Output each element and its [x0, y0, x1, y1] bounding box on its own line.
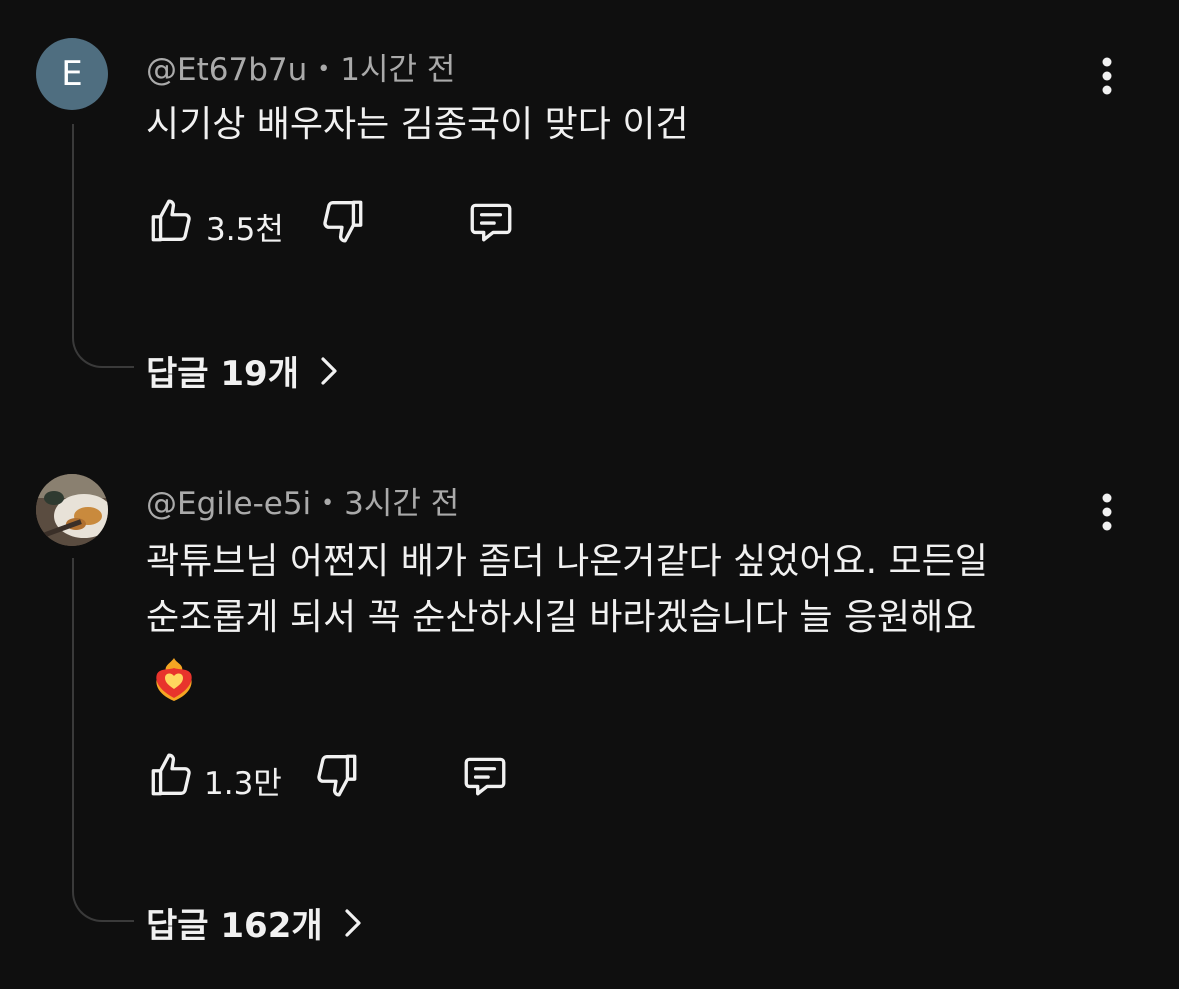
chevron-right-icon: [345, 908, 361, 937]
thumbs-down-icon[interactable]: [312, 750, 362, 800]
author-name[interactable]: @Et67b7u: [146, 52, 307, 88]
chevron-right-icon: [321, 356, 337, 385]
comment-2: @Egile-e5i • 3시간 전 곽튜브님 어쩐지 배가 좀더 나온거같다 싶었…: [0, 430, 1179, 989]
meta-separator: •: [317, 57, 331, 82]
avatar-letter: E: [61, 54, 83, 94]
comment-time[interactable]: 1시간 전: [340, 52, 455, 88]
more-vertical-icon[interactable]: [1094, 56, 1120, 96]
comment-1: E @Et67b7u • 1시간 전 시기상 배우자는 김종국이 맞다 이건 3.5…: [0, 0, 1179, 430]
replies-label: 답글 19개: [146, 354, 299, 394]
reply-icon[interactable]: [466, 196, 516, 246]
thumbs-up-icon[interactable]: [146, 196, 196, 246]
thread-line: [72, 124, 134, 368]
comment-actions: 3.5천: [146, 196, 566, 248]
heart-on-fire-emoji: [156, 658, 192, 701]
comment-meta: @Egile-e5i • 3시간 전: [146, 478, 459, 523]
view-replies-button[interactable]: 답글 162개: [146, 898, 365, 947]
thumbs-up-icon[interactable]: [146, 750, 196, 800]
comment-meta: @Et67b7u • 1시간 전: [146, 44, 455, 89]
avatar-photo-image: [36, 474, 108, 546]
comment-time[interactable]: 3시간 전: [344, 486, 459, 522]
comment-text: 시기상 배우자는 김종국이 맞다 이건: [146, 104, 689, 145]
meta-separator: •: [321, 491, 335, 516]
like-count: 3.5천: [206, 212, 284, 248]
replies-label: 답글 162개: [146, 906, 323, 946]
comment-text-line: 곽튜브님 어쩐지 배가 좀더 나온거같다 싶었어요. 모든일: [146, 541, 988, 582]
like-count: 1.3만: [204, 766, 282, 802]
author-name[interactable]: @Egile-e5i: [146, 486, 311, 522]
thumbs-down-icon[interactable]: [318, 196, 368, 246]
reply-icon[interactable]: [460, 750, 510, 800]
comment-text-line: 순조롭게 되서 꼭 순산하시길 바라겠습니다 늘 응원해요: [146, 597, 977, 638]
comment-text: 곽튜브님 어쩐지 배가 좀더 나온거같다 싶었어요. 모든일 순조롭게 되서 꼭…: [146, 534, 1106, 646]
more-vertical-icon[interactable]: [1094, 492, 1120, 532]
comment-actions: 1.3만: [146, 750, 566, 802]
avatar[interactable]: [36, 474, 108, 546]
view-replies-button[interactable]: 답글 19개: [146, 346, 341, 395]
thread-line: [72, 558, 134, 922]
avatar[interactable]: E: [36, 38, 108, 110]
